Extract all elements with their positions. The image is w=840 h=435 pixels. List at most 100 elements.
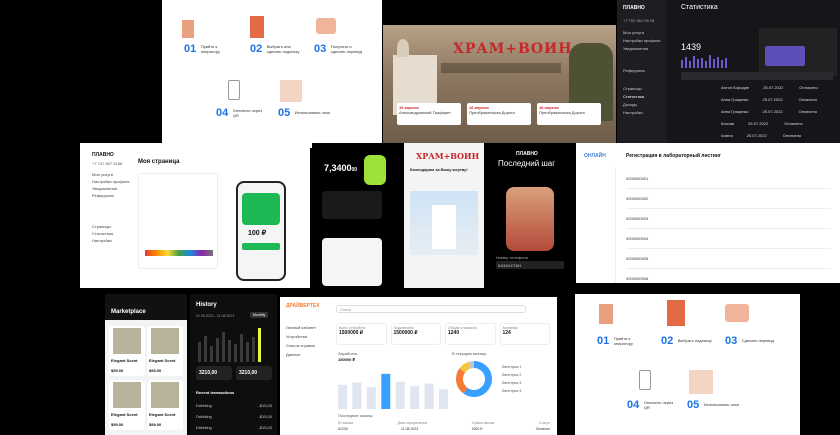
marketplace-tile: Marketplace Elegant Scent $99.00 Elegant… <box>105 294 187 435</box>
sidebar-item[interactable]: Страницы <box>92 223 129 230</box>
sidebar-item-pages[interactable]: Страницы <box>623 86 642 91</box>
bar <box>439 389 448 409</box>
tx-name: Dribbling <box>196 403 212 408</box>
sidebar-item[interactable]: Мои услуги <box>92 171 129 178</box>
list-item[interactable]: 0000000005 <box>626 249 831 269</box>
brand-logo: ПЛАВНО <box>92 152 114 158</box>
sidebar: Личный кабинет Устройства Список справок… <box>286 323 316 359</box>
sidebar-item[interactable]: Статистика <box>92 230 129 237</box>
brand-logo: ПЛАВНО <box>623 5 645 11</box>
step-number: 03 <box>725 334 738 347</box>
product-card[interactable]: Elegant Scent $99.00 <box>147 380 183 430</box>
user-phone: +7 702 961 09 28 <box>623 18 655 23</box>
sidebar: Мои услуги Настройки профиля Уведомления… <box>92 171 129 244</box>
column-header: Статус <box>538 421 550 425</box>
row-name: Анна Гриценко <box>721 109 749 114</box>
step-label: Оплатить через QR <box>232 107 263 118</box>
list-item[interactable]: 0000000006 <box>626 269 831 283</box>
sidebar-item[interactable]: Настройки профиля <box>92 178 129 185</box>
balance-card[interactable] <box>322 191 382 219</box>
list-item[interactable]: Dribbling -$15,00 <box>196 422 272 433</box>
phone-input[interactable]: КАЗАХСТАН <box>496 261 564 269</box>
chart-title: Заработок <box>338 351 358 356</box>
category-donut-chart <box>456 361 492 397</box>
step-1: 01 Прийти к оператору <box>184 40 246 58</box>
stat-card: Подключено 1500000 ₽ <box>390 323 441 345</box>
list-item[interactable]: 0000000003 <box>626 209 831 229</box>
step-number: 05 <box>278 106 291 119</box>
sidebar-item-services[interactable]: Мои услуги <box>623 30 644 35</box>
phone-preview: 100 ₽ <box>236 181 286 281</box>
color-palette[interactable] <box>145 250 213 256</box>
calendar-selection <box>765 46 805 66</box>
donut-legend: Категория 1 Категория 2 Категория 3 Кате… <box>502 363 521 395</box>
table-row[interactable]: Алина 25.07.2022 Оплачено <box>681 130 833 142</box>
sidebar: ПЛАВНО +7 702 961 09 28 Мои услуги Настр… <box>617 0 667 148</box>
table-row[interactable]: Ксения 25.07.2022 Оплачено <box>681 118 833 130</box>
event-card[interactable]: 16 апреля Преображенская Дорога <box>467 103 531 125</box>
sidebar-item-income[interactable]: Доходы <box>623 102 637 107</box>
sidebar-item-notifications[interactable]: Уведомления <box>623 46 648 51</box>
sidebar-item-statistics[interactable]: Статистика <box>623 94 644 99</box>
row-date: 25.07.2022 <box>762 109 783 114</box>
sidebar-item-settings[interactable]: Настройки <box>623 110 643 115</box>
table-row[interactable]: Анна Гриценко 25.07.2022 Оплачено <box>681 106 833 118</box>
sidebar-item[interactable]: Личный кабинет <box>286 323 316 332</box>
event-title: Преображенская Дорога <box>469 110 515 115</box>
sidebar-item-profile[interactable]: Настройки профиля <box>623 38 660 43</box>
list-item[interactable]: Dribbling -$15,00 <box>196 400 272 411</box>
dashboard-tile: ДРАЙВЕРТЕХ Поиск Личный кабинет Устройст… <box>280 297 557 435</box>
date-range: 01.08.2023 - 31.08.2023 <box>196 314 235 318</box>
phone-qr-illustration <box>228 80 240 100</box>
step-label: Использовать чеки <box>703 402 739 408</box>
sidebar-item[interactable]: Реферрилы <box>92 192 129 199</box>
step-number: 04 <box>216 106 229 119</box>
sidebar-item-referrals[interactable]: Реферрилы <box>623 68 645 73</box>
brand-logo: ДРАЙВЕРТЕХ <box>286 303 320 309</box>
sidebar-item[interactable]: Данные <box>286 350 316 359</box>
list-item[interactable]: 0000000002 <box>626 189 831 209</box>
product-card[interactable]: Elegant Scent $99.00 <box>109 326 145 376</box>
table-header <box>681 72 833 80</box>
hram-phone-screen: ХРАМ+ВОИН Благодарим за Вашу жертву! <box>404 143 484 288</box>
avatar <box>506 187 554 251</box>
search-input[interactable]: Поиск <box>336 305 526 313</box>
bar <box>410 386 420 409</box>
calendar[interactable] <box>759 28 837 76</box>
event-card[interactable]: 16 апреля Александровский Трафарет <box>397 103 461 125</box>
period-select[interactable]: Monthly <box>250 312 269 318</box>
step-label: Прийти к оператору <box>200 43 220 54</box>
table-cell: 1500 ₽ <box>471 427 483 431</box>
table-row[interactable]: Анна Гриценко 25.07.2022 Оплачено <box>681 94 833 106</box>
tx-name: Dribbling <box>196 414 212 419</box>
editor-panel[interactable] <box>138 173 218 269</box>
product-card[interactable]: Elegant Scent $99.00 <box>109 380 145 430</box>
lab-registration-tile: ОНЛАЙН Регистрация в лабораторный листин… <box>576 143 840 283</box>
step-5: 05 Использовать чеки <box>278 104 340 122</box>
product-image <box>151 382 179 408</box>
row-date: 25.07.2022 <box>762 97 783 102</box>
product-card[interactable]: Elegant Scent $99.00 <box>147 326 183 376</box>
transactions-list[interactable] <box>322 238 382 286</box>
list-item[interactable]: 0000000001 <box>626 169 831 189</box>
sidebar-item[interactable]: Настройки <box>92 237 129 244</box>
event-card[interactable]: 16 апреля Преображенская Дорога <box>537 103 601 125</box>
building-illustration <box>182 20 194 38</box>
sidebar-item[interactable]: Список справок <box>286 341 316 350</box>
sidebar-item[interactable]: Устройства <box>286 332 316 341</box>
page-title: Регистрация в лабораторный листинг <box>626 153 721 159</box>
total-value: 1439 <box>681 42 702 52</box>
bar <box>352 382 362 409</box>
history-bar-chart <box>198 328 261 362</box>
step-3: 03 Сделать перевод <box>725 332 787 350</box>
list-item[interactable]: Dribbling -$15,00 <box>196 411 272 422</box>
page-title: Последний шаг <box>498 159 556 168</box>
table-row[interactable]: Антон Бородин 25.07.2022 Оплачено <box>681 82 833 94</box>
bar-chart <box>681 55 727 68</box>
statistics-tile: ПЛАВНО +7 702 961 09 28 Мои услуги Настр… <box>617 0 840 148</box>
stat-card: Общая стоимость 1240 <box>445 323 496 345</box>
list-item[interactable]: 0000000004 <box>626 229 831 249</box>
bar <box>338 384 347 409</box>
table-row[interactable]: #1234 11.08.2023 1500 ₽ Оплачен <box>338 427 550 431</box>
sidebar-item[interactable]: Уведомления <box>92 185 129 192</box>
